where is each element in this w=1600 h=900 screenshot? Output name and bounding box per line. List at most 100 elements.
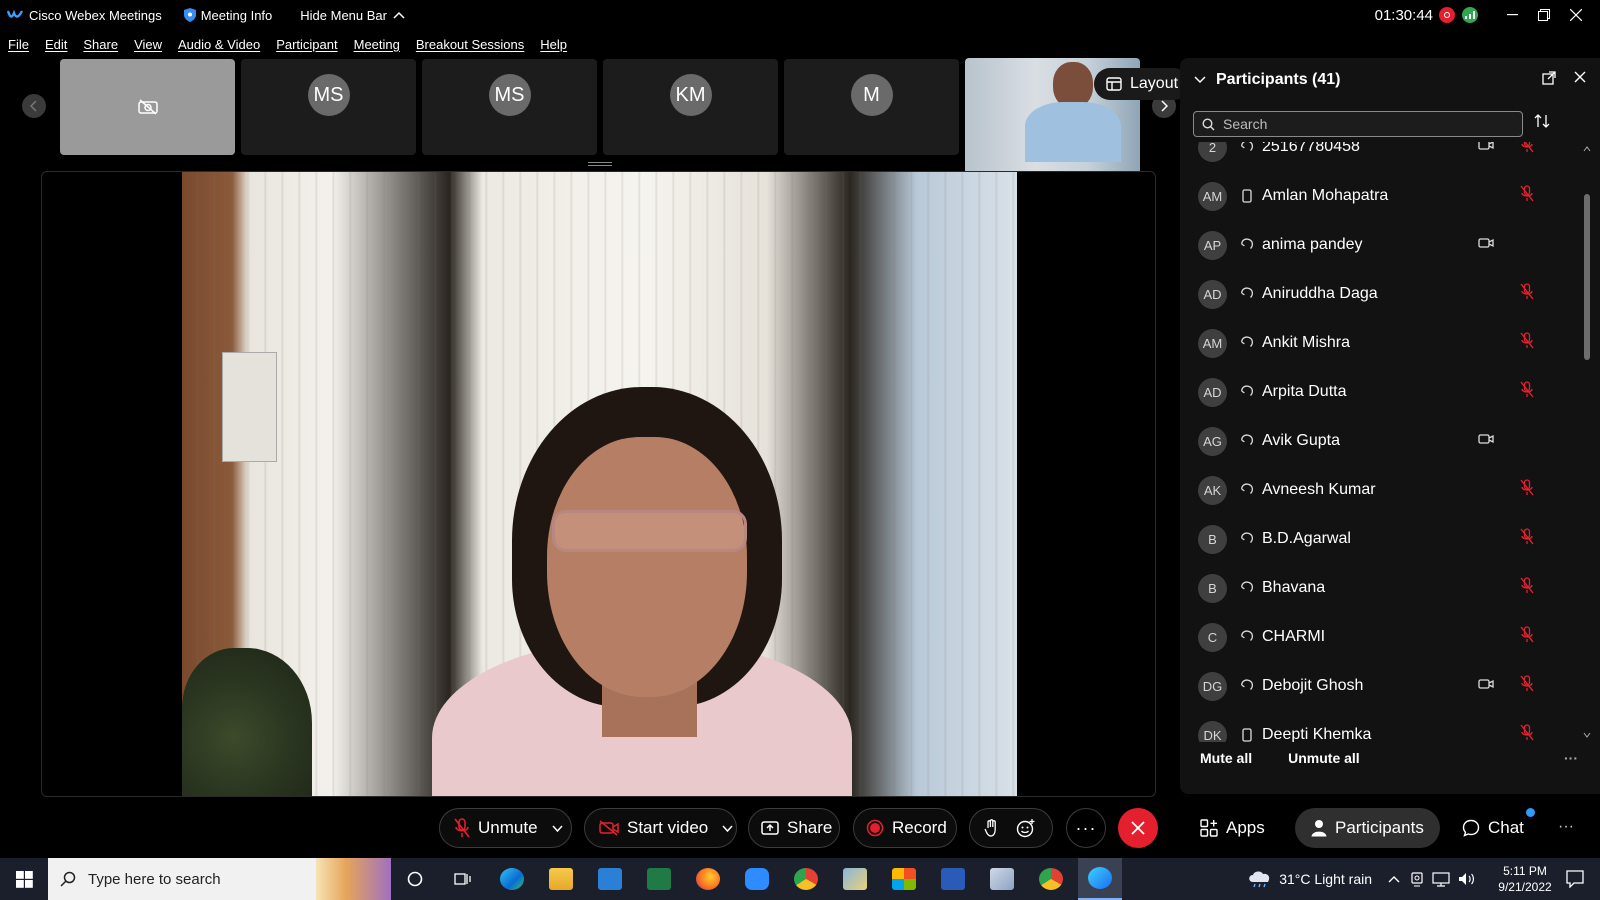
participant-row[interactable]: DG Debojit Ghosh (1180, 661, 1572, 711)
meet-now-icon[interactable] (1410, 871, 1424, 887)
close-panel-icon[interactable] (1574, 71, 1586, 83)
taskbar-search-box[interactable]: Type here to search (48, 858, 391, 900)
apps-button[interactable]: Apps (1200, 808, 1265, 848)
taskbar-webex[interactable] (1078, 858, 1122, 900)
taskbar-zoom[interactable] (735, 858, 779, 900)
taskbar-chrome-2[interactable] (1029, 858, 1073, 900)
taskbar-excel[interactable] (637, 858, 681, 900)
network-icon[interactable] (1432, 871, 1450, 887)
thumbnail-participant[interactable]: M (784, 59, 959, 155)
microphone-muted-icon[interactable] (1520, 626, 1534, 648)
thumbnail-participant[interactable]: MS (422, 59, 597, 155)
volume-icon[interactable] (1458, 871, 1476, 887)
sort-icon[interactable] (1534, 113, 1550, 129)
chat-button[interactable]: Chat (1462, 808, 1524, 848)
share-button[interactable]: Share (748, 808, 840, 848)
more-options-icon[interactable]: ··· (1558, 818, 1574, 836)
cortana-button[interactable] (393, 858, 437, 900)
participant-row[interactable]: B Bhavana (1180, 563, 1572, 613)
more-controls-button[interactable]: ··· (1066, 808, 1106, 848)
chevron-down-icon[interactable] (722, 824, 733, 832)
thumbnail-participant[interactable]: MS (241, 59, 416, 155)
start-video-button[interactable]: Start video (584, 808, 737, 848)
menu-share[interactable]: Share (83, 37, 118, 52)
more-icon: ··· (1075, 817, 1097, 838)
microphone-muted-icon[interactable] (1520, 283, 1534, 305)
taskbar-mail[interactable] (588, 858, 632, 900)
microphone-muted-icon[interactable] (1520, 724, 1534, 742)
taskbar-paint[interactable] (833, 858, 877, 900)
participant-row[interactable]: B B.D.Agarwal (1180, 514, 1572, 564)
menu-audio-video[interactable]: Audio & Video (178, 37, 260, 52)
end-meeting-button[interactable] (1118, 808, 1158, 848)
taskbar-chrome[interactable] (784, 858, 828, 900)
record-button[interactable]: Record (853, 808, 957, 848)
taskbar-messaging[interactable] (980, 858, 1024, 900)
participant-row[interactable]: AK Avneesh Kumar (1180, 465, 1572, 515)
more-options-icon[interactable]: ··· (1564, 750, 1578, 766)
menu-help[interactable]: Help (540, 37, 567, 52)
chevron-down-icon[interactable] (551, 824, 563, 832)
microphone-muted-icon[interactable] (1520, 332, 1534, 354)
microphone-muted-icon[interactable] (1520, 479, 1534, 501)
participant-row[interactable]: AP anima pandey (1180, 220, 1572, 270)
taskbar-edge[interactable] (490, 858, 534, 900)
participant-scrollbar[interactable] (1583, 146, 1591, 738)
chevron-up-icon[interactable] (1388, 875, 1400, 883)
microphone-muted-icon[interactable] (1520, 185, 1534, 207)
layout-button[interactable]: Layout (1094, 68, 1191, 100)
taskbar-firefox[interactable] (686, 858, 730, 900)
participant-row[interactable]: 2 25167780458 (1180, 142, 1572, 172)
menu-file[interactable]: File (8, 37, 29, 52)
collapse-panel-icon[interactable] (1194, 76, 1206, 84)
menu-participant[interactable]: Participant (276, 37, 337, 52)
thumbnail-video-off[interactable] (60, 59, 235, 155)
microphone-muted-icon[interactable] (1520, 675, 1534, 697)
reactions-icon[interactable] (1016, 818, 1036, 838)
task-view-button[interactable] (441, 858, 485, 900)
microphone-muted-icon[interactable] (1520, 142, 1534, 158)
participant-name: 25167780458 (1262, 142, 1360, 155)
microphone-muted-icon[interactable] (1520, 528, 1534, 550)
unmute-all-button[interactable]: Unmute all (1288, 750, 1360, 766)
microphone-muted-icon[interactable] (1520, 577, 1534, 599)
participant-row[interactable]: AD Arpita Dutta (1180, 367, 1572, 417)
notifications-icon[interactable] (1566, 870, 1584, 888)
popout-icon[interactable] (1542, 71, 1556, 85)
taskbar-file-explorer[interactable] (539, 858, 583, 900)
strip-resize-handle[interactable] (588, 162, 612, 166)
meeting-info-button[interactable]: Meeting Info (183, 8, 272, 23)
participant-row[interactable]: AM Amlan Mohapatra (1180, 171, 1572, 221)
start-button[interactable] (2, 858, 46, 900)
weather-text[interactable]: 31°C Light rain (1279, 871, 1372, 887)
participant-row[interactable]: C CHARMI (1180, 612, 1572, 662)
clock-date: 9/21/2022 (1498, 880, 1552, 894)
restore-button[interactable] (1528, 0, 1560, 30)
thumbnail-participant[interactable]: KM (603, 59, 778, 155)
mute-all-button[interactable]: Mute all (1200, 750, 1252, 766)
close-window-button[interactable] (1560, 0, 1592, 30)
strip-prev-button[interactable] (22, 94, 46, 118)
participant-row[interactable]: AD Aniruddha Daga (1180, 269, 1572, 319)
participant-name: Arpita Dutta (1262, 383, 1347, 400)
minimize-button[interactable] (1496, 0, 1528, 30)
taskbar-clock[interactable]: 5:11 PM 9/21/2022 (1490, 863, 1560, 895)
raise-hand-icon[interactable] (984, 819, 1000, 837)
participant-search-input[interactable]: Search (1193, 111, 1523, 137)
participant-row[interactable]: AM Ankit Mishra (1180, 318, 1572, 368)
microphone-muted-icon[interactable] (1520, 381, 1534, 403)
scrollbar-thumb[interactable] (1584, 194, 1590, 360)
participant-row[interactable]: DK Deepti Khemka (1180, 710, 1572, 742)
taskbar-store[interactable] (882, 858, 926, 900)
menu-meeting[interactable]: Meeting (354, 37, 400, 52)
menu-breakout-sessions[interactable]: Breakout Sessions (416, 37, 524, 52)
taskbar-word[interactable] (931, 858, 975, 900)
menu-edit[interactable]: Edit (45, 37, 67, 52)
windows-logo-icon (15, 870, 33, 888)
chrome-icon (1039, 868, 1063, 890)
participant-row[interactable]: AG Avik Gupta (1180, 416, 1572, 466)
hide-menu-bar-button[interactable]: Hide Menu Bar (300, 8, 405, 23)
participants-button[interactable]: Participants (1295, 808, 1440, 848)
unmute-button[interactable]: Unmute (439, 808, 572, 848)
menu-view[interactable]: View (134, 37, 162, 52)
